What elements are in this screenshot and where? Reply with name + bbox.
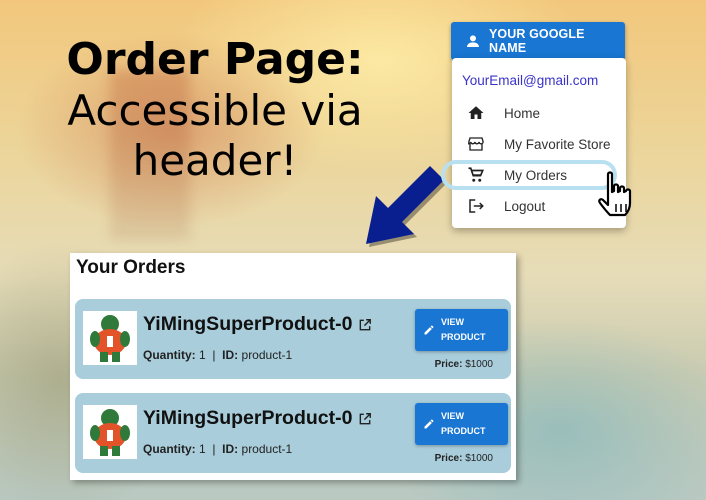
quantity-label: Quantity: <box>143 442 196 456</box>
menu-item-favorite-store[interactable]: My Favorite Store <box>452 129 626 159</box>
meta-separator: | <box>212 442 216 456</box>
button-line-1: VIEW <box>441 317 465 327</box>
pointer-arrow-icon <box>366 166 447 247</box>
order-card: YiMingSuperProduct-0 Quantity: 1 | ID: p… <box>75 393 511 473</box>
promo-line-1: Accessible via <box>67 86 363 135</box>
quantity-value: 1 <box>199 348 206 362</box>
promo-line-2: header! <box>132 136 298 185</box>
promo-caption: Order Page: Accessible via header! <box>50 34 380 186</box>
menu-item-label: My Favorite Store <box>504 136 611 152</box>
pencil-icon <box>424 325 434 335</box>
id-label: ID: <box>222 348 239 362</box>
quantity-label: Quantity: <box>143 348 196 362</box>
price-label: Price: <box>434 359 463 370</box>
id-value: product-1 <box>241 442 293 456</box>
account-name: YOUR GOOGLE NAME <box>489 27 585 55</box>
person-icon <box>467 35 479 47</box>
product-meta: Quantity: 1 | ID: product-1 <box>143 348 292 362</box>
account-email: YourEmail@gmail.com <box>462 73 599 88</box>
product-price: Price: $1000 <box>435 359 493 370</box>
external-link-icon[interactable] <box>358 412 372 426</box>
price-label: Price: <box>434 453 463 464</box>
order-card: YiMingSuperProduct-0 Quantity: 1 | ID: p… <box>75 299 511 379</box>
logout-icon <box>466 196 486 216</box>
id-value: product-1 <box>241 348 293 362</box>
product-meta: Quantity: 1 | ID: product-1 <box>143 442 292 456</box>
account-button[interactable]: YOUR GOOGLE NAME <box>451 22 625 60</box>
view-product-button[interactable]: VIEW PRODUCT <box>415 403 508 445</box>
product-name-text: YiMingSuperProduct-0 <box>143 313 353 335</box>
product-name: YiMingSuperProduct-0 <box>143 313 372 336</box>
view-product-button[interactable]: VIEW PRODUCT <box>415 309 508 351</box>
price-value: $1000 <box>465 359 493 370</box>
menu-item-label: Logout <box>504 198 546 214</box>
highlight-ring <box>441 160 617 190</box>
price-value: $1000 <box>465 453 493 464</box>
product-name-text: YiMingSuperProduct-0 <box>143 407 353 429</box>
id-label: ID: <box>222 442 239 456</box>
hand-cursor-icon <box>598 171 632 217</box>
menu-item-label: Home <box>504 105 541 121</box>
orders-title: Your Orders <box>76 257 186 278</box>
meta-separator: | <box>212 348 216 362</box>
product-name: YiMingSuperProduct-0 <box>143 407 372 430</box>
button-line-1: VIEW <box>441 411 465 421</box>
product-thumbnail <box>83 311 137 365</box>
pencil-icon <box>424 419 434 429</box>
menu-item-home[interactable]: Home <box>452 98 626 128</box>
home-icon <box>466 103 486 123</box>
button-line-2: PRODUCT <box>441 332 486 342</box>
product-price: Price: $1000 <box>435 453 493 464</box>
external-link-icon[interactable] <box>358 318 372 332</box>
quantity-value: 1 <box>199 442 206 456</box>
orders-panel: Your Orders YiMingSuperProduct-0 Quantit… <box>70 253 516 480</box>
store-icon <box>466 134 486 154</box>
button-line-2: PRODUCT <box>441 426 486 436</box>
product-thumbnail <box>83 405 137 459</box>
promo-title: Order Page: <box>66 34 364 85</box>
